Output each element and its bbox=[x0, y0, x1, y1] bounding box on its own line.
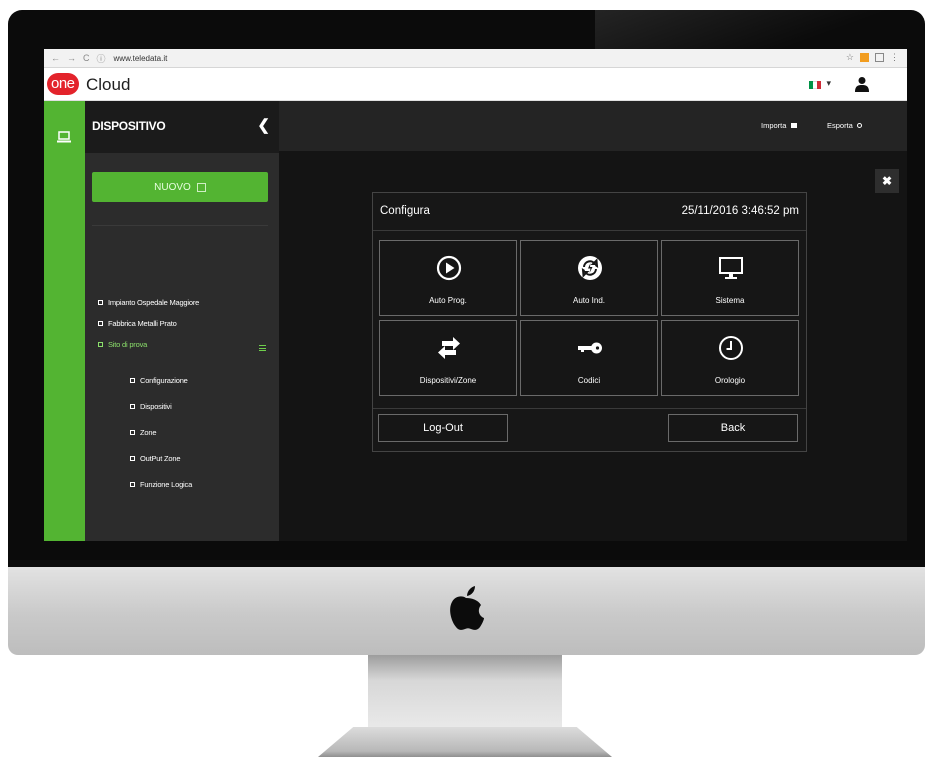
bullet-icon bbox=[98, 321, 103, 326]
tree-item-impianto[interactable]: Impianto Ospedale Maggiore bbox=[98, 298, 199, 307]
logo-cloud[interactable]: Cloud bbox=[86, 75, 130, 95]
language-dropdown-icon[interactable]: ▾ bbox=[826, 78, 831, 89]
bullet-icon bbox=[130, 456, 135, 461]
key-icon bbox=[578, 342, 602, 354]
panel-header: Configura 25/11/2016 3:46:52 pm bbox=[373, 193, 806, 231]
logout-button[interactable]: Log-Out bbox=[378, 414, 508, 442]
tile-label: Auto Ind. bbox=[572, 296, 606, 305]
item-menu-icon[interactable] bbox=[259, 345, 266, 351]
monitor-icon bbox=[719, 257, 743, 279]
panel-datetime: 25/11/2016 3:46:52 pm bbox=[681, 205, 799, 217]
export-icon bbox=[856, 123, 862, 128]
add-square-icon bbox=[196, 182, 206, 192]
new-button[interactable]: NUOVO bbox=[92, 172, 268, 202]
tree-item-fabbrica[interactable]: Fabbrica Metalli Prato bbox=[98, 319, 177, 328]
bullet-icon bbox=[130, 404, 135, 409]
export-label: Esporta bbox=[827, 121, 853, 130]
screen: ← → C ⓘ www.teledata.it ☆ ⋮ one Cloud ▾ … bbox=[44, 49, 907, 541]
monitor-stand-foot bbox=[318, 727, 612, 757]
subtree-item-output-zone[interactable]: OutPut Zone bbox=[130, 454, 181, 463]
tile-sistema[interactable]: Sistema bbox=[661, 240, 799, 316]
close-icon: ✖ bbox=[881, 174, 893, 188]
extension-orange-icon[interactable] bbox=[860, 53, 869, 62]
play-circle-icon bbox=[436, 255, 462, 281]
forward-arrow-icon[interactable]: → bbox=[67, 53, 76, 63]
back-arrow-icon[interactable]: ← bbox=[51, 53, 60, 63]
subtree-item-label: OutPut Zone bbox=[140, 454, 181, 463]
bullet-icon bbox=[130, 378, 135, 383]
subtree-item-configurazione[interactable]: Configurazione bbox=[130, 376, 188, 385]
tree-item-label: Sito di prova bbox=[108, 340, 148, 349]
tree-item-label: Impianto Ospedale Maggiore bbox=[108, 298, 200, 307]
bullet-icon bbox=[98, 300, 103, 305]
tile-label: Sistema bbox=[715, 296, 745, 305]
browser-toolbar: ← → C ⓘ www.teledata.it ☆ ⋮ bbox=[44, 49, 907, 68]
monitor-stand-neck bbox=[368, 655, 562, 727]
bullet-icon bbox=[130, 482, 135, 487]
laptop-icon[interactable] bbox=[57, 131, 71, 143]
bullet-icon bbox=[98, 342, 103, 347]
bullet-icon bbox=[130, 430, 135, 435]
main-toolbar: Importa Esporta bbox=[279, 101, 907, 151]
export-link[interactable]: Esporta bbox=[827, 121, 862, 130]
folder-icon bbox=[790, 123, 797, 128]
subtree-item-label: Configurazione bbox=[140, 376, 188, 385]
extension-box-icon[interactable] bbox=[875, 53, 884, 62]
import-link[interactable]: Importa bbox=[761, 121, 797, 130]
logo-one[interactable]: one bbox=[47, 73, 79, 95]
sync-circle-icon bbox=[578, 256, 602, 280]
reload-icon[interactable]: C bbox=[83, 53, 90, 63]
sidebar: DISPOSITIVO ❮ NUOVO Impianto Ospedale Ma… bbox=[85, 101, 279, 541]
browser-menu-icon[interactable]: ⋮ bbox=[890, 52, 899, 63]
apple-logo-icon bbox=[450, 586, 484, 630]
tile-dispositivi-zone[interactable]: Dispositivi/Zone bbox=[379, 320, 517, 396]
tile-label: Dispositivi/Zone bbox=[419, 376, 477, 385]
config-panel: Configura 25/11/2016 3:46:52 pm Auto Pro… bbox=[372, 192, 807, 452]
app-header: one Cloud ▾ bbox=[44, 68, 907, 101]
sidebar-divider bbox=[92, 225, 268, 226]
sidebar-header: DISPOSITIVO ❮ bbox=[85, 101, 279, 153]
italy-flag-icon[interactable] bbox=[809, 81, 821, 89]
site-info-icon[interactable]: ⓘ bbox=[97, 52, 106, 65]
tile-auto-prog[interactable]: Auto Prog. bbox=[379, 240, 517, 316]
nav-rail bbox=[44, 101, 85, 541]
collapse-chevron-icon[interactable]: ❮ bbox=[257, 116, 270, 134]
bookmark-star-icon[interactable]: ☆ bbox=[846, 52, 854, 63]
clock-icon bbox=[719, 336, 743, 360]
tile-auto-ind[interactable]: Auto Ind. bbox=[520, 240, 658, 316]
tile-label: Codici bbox=[577, 376, 601, 385]
subtree-item-label: Zone bbox=[140, 428, 157, 437]
subtree-item-dispositivi[interactable]: Dispositivi bbox=[130, 402, 172, 411]
subtree-item-zone[interactable]: Zone bbox=[130, 428, 157, 437]
user-icon[interactable] bbox=[855, 76, 869, 92]
swap-arrows-icon bbox=[438, 337, 460, 359]
new-button-label: NUOVO bbox=[154, 181, 191, 193]
tile-codici[interactable]: Codici bbox=[520, 320, 658, 396]
back-button[interactable]: Back bbox=[668, 414, 798, 442]
close-button[interactable]: ✖ bbox=[875, 169, 899, 193]
sidebar-title: DISPOSITIVO bbox=[92, 119, 166, 133]
tree-item-sito-di-prova[interactable]: Sito di prova bbox=[98, 340, 147, 349]
panel-title: Configura bbox=[380, 205, 430, 217]
subtree-item-funzione-logica[interactable]: Funzione Logica bbox=[130, 480, 192, 489]
import-label: Importa bbox=[761, 121, 787, 130]
address-bar[interactable]: www.teledata.it bbox=[114, 54, 168, 63]
panel-divider bbox=[373, 408, 806, 409]
subtree-item-label: Funzione Logica bbox=[140, 480, 193, 489]
browser-actions: ☆ ⋮ bbox=[846, 52, 899, 63]
tile-label: Auto Prog. bbox=[429, 296, 467, 305]
tile-label: Orologio bbox=[714, 376, 746, 385]
tree-item-label: Fabbrica Metalli Prato bbox=[108, 319, 177, 328]
subtree-item-label: Dispositivi bbox=[140, 402, 172, 411]
tile-orologio[interactable]: Orologio bbox=[661, 320, 799, 396]
